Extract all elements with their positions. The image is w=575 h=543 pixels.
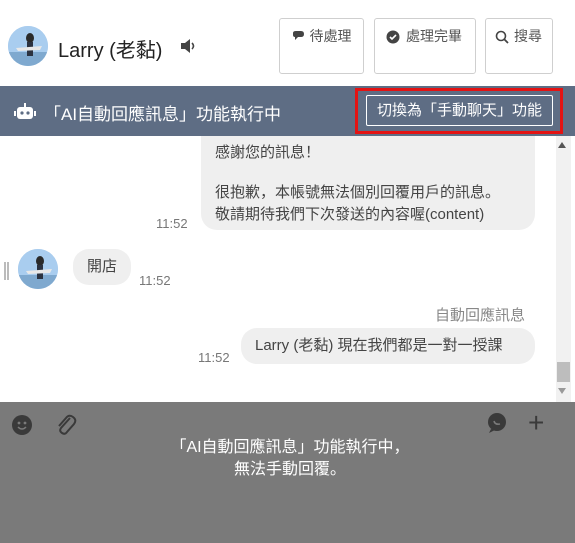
search-label: 搜尋 <box>514 28 542 44</box>
robot-icon <box>14 103 36 119</box>
pending-button[interactable]: 待處理 <box>279 18 364 74</box>
message-time: 11:52 <box>198 350 230 365</box>
message-time: 11:52 <box>156 216 188 231</box>
message-line: 敬請期待我們下次發送的內容喔(content) <box>215 206 485 223</box>
auto-reply-label: 自動回應訊息 <box>435 307 526 324</box>
switch-to-manual-button[interactable]: 切換為「手動聊天」功能 <box>366 95 553 126</box>
pending-label: 待處理 <box>309 28 352 44</box>
plus-icon[interactable]: + <box>528 409 544 437</box>
message-line: 很抱歉，本帳號無法個別回覆用戶的訊息。 <box>215 184 501 201</box>
message-line: 感謝您的訊息！ <box>215 144 321 161</box>
message-bubble-outgoing: 感謝您的訊息！ 很抱歉，本帳號無法個別回覆用戶的訊息。 敬請期待我們下次發送的內… <box>201 136 535 230</box>
message-bubble-incoming: 開店 <box>73 249 131 285</box>
input-disabled-overlay: + 「AI自動回應訊息」功能執行中， 無法手動回覆。 <box>0 402 575 543</box>
chat-bubble-icon[interactable] <box>486 412 508 434</box>
disabled-notice: 「AI自動回應訊息」功能執行中， 無法手動回覆。 <box>0 437 540 481</box>
chat-header: Larry (老黏) 待處理 處理完畢 搜尋 <box>0 0 575 87</box>
contact-avatar[interactable] <box>8 26 48 66</box>
emoji-icon[interactable] <box>12 415 32 435</box>
done-label: 處理完畢 <box>406 28 462 44</box>
scrollbar-thumb[interactable] <box>557 362 570 382</box>
message-bubble-outgoing: Larry (老黏) 現在我們都是一對一授課 <box>241 328 535 364</box>
drag-handle[interactable] <box>4 262 9 280</box>
attachment-icon[interactable] <box>53 412 77 438</box>
speech-bubble-icon <box>292 31 304 41</box>
speaker-icon[interactable] <box>180 38 198 54</box>
scroll-up-arrow-icon[interactable] <box>558 142 566 148</box>
sender-avatar[interactable] <box>18 249 58 289</box>
disabled-notice-line: 無法手動回覆。 <box>233 461 346 478</box>
disabled-notice-line: 「AI自動回應訊息」功能執行中， <box>170 439 410 456</box>
search-icon <box>495 30 509 44</box>
search-button[interactable]: 搜尋 <box>485 18 553 74</box>
message-list[interactable]: 感謝您的訊息！ 很抱歉，本帳號無法個別回覆用戶的訊息。 敬請期待我們下次發送的內… <box>0 136 575 402</box>
check-circle-icon <box>386 30 400 44</box>
message-time: 11:52 <box>139 273 171 288</box>
done-button[interactable]: 處理完畢 <box>374 18 476 74</box>
scroll-down-arrow-icon[interactable] <box>558 388 566 394</box>
contact-name: Larry (老黏) <box>58 40 163 62</box>
ai-status-text: 「AI自動回應訊息」功能執行中 <box>44 105 282 124</box>
